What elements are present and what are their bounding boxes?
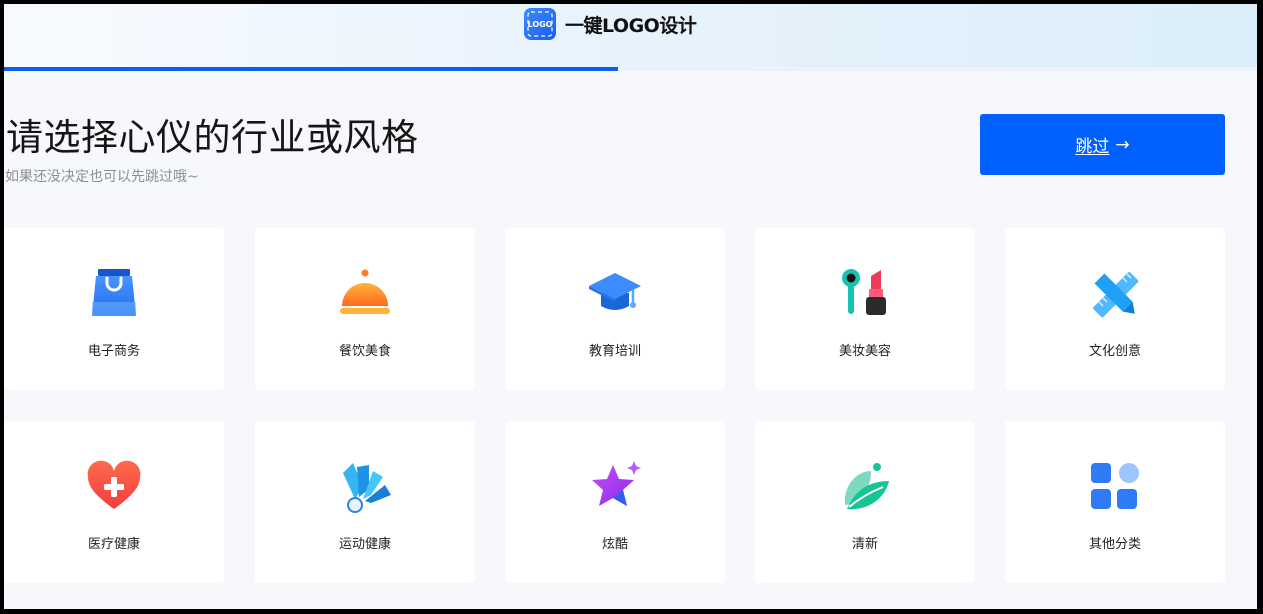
category-label: 运动健康 [338,537,391,552]
logo-mark-text: LOGO [528,20,553,29]
category-card-other[interactable]: 其他分类 [1005,421,1225,583]
shopping-bag-icon [86,266,142,322]
brand[interactable]: LOGO 一键LOGO设计 [524,7,697,41]
category-label: 餐饮美食 [338,344,391,359]
arrow-right-icon: → [1115,134,1130,155]
progress-bar [4,67,1257,71]
category-label: 电子商务 [87,344,140,359]
shuttlecock-icon [337,459,393,515]
app-window: LOGO 一键LOGO设计 请选择心仪的行业或风格 如果还没决定也可以先跳过哦~… [4,4,1257,609]
category-card-cool[interactable]: 炫酷 [505,421,725,583]
category-card-beauty[interactable]: 美妆美容 [755,228,975,390]
graduation-cap-icon [587,266,643,322]
skip-button[interactable]: 跳过 → [980,114,1225,175]
page-title: 请选择心仪的行业或风格 [6,116,419,159]
food-cloche-icon [337,266,393,322]
category-card-sports[interactable]: 运动健康 [255,421,475,583]
category-label: 清新 [851,537,878,552]
category-card-ecommerce[interactable]: 电子商务 [4,228,224,390]
brand-name: 一键LOGO设计 [565,14,697,37]
sparkle-star-icon [587,459,643,515]
category-label: 文化创意 [1088,344,1141,359]
category-card-fresh[interactable]: 清新 [755,421,975,583]
category-card-culture[interactable]: 文化创意 [1005,228,1225,390]
category-label: 美妆美容 [838,344,891,359]
category-label: 其他分类 [1088,537,1141,552]
pencil-ruler-icon [1087,266,1143,322]
progress-fill [4,67,618,71]
header: LOGO 一键LOGO设计 [4,4,1257,67]
category-label: 炫酷 [601,537,628,552]
grid-apps-icon [1087,459,1143,515]
category-card-food[interactable]: 餐饮美食 [255,228,475,390]
medical-heart-icon [86,459,142,515]
category-card-education[interactable]: 教育培训 [505,228,725,390]
category-label: 医疗健康 [87,537,140,552]
logo-icon: LOGO [524,8,556,40]
category-card-medical[interactable]: 医疗健康 [4,421,224,583]
cosmetics-icon [837,266,893,322]
category-label: 教育培训 [588,344,641,359]
page-subtitle: 如果还没决定也可以先跳过哦~ [5,169,199,185]
leaf-icon [837,459,893,515]
skip-button-label: 跳过 [1075,137,1110,157]
